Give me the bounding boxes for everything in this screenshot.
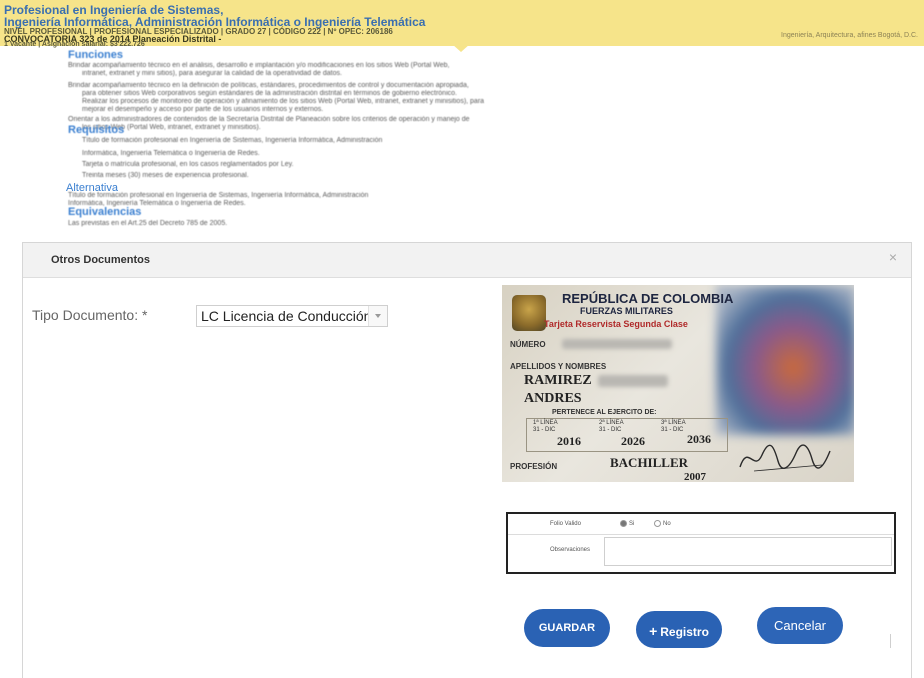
- linea1-label: 1ª LÍNEA 31 - DIC: [533, 420, 558, 434]
- close-icon[interactable]: ×: [889, 249, 897, 265]
- linea1-date: 31 - DIC: [533, 427, 556, 433]
- req-line: Título de formación profesional en Ingen…: [82, 137, 383, 144]
- section-funciones: Funciones: [68, 49, 124, 61]
- card-type: Tarjeta Reservista Segunda Clase: [544, 319, 688, 329]
- alt-line: Título de formación profesional en Ingen…: [68, 192, 369, 199]
- plus-icon: +: [649, 623, 658, 639]
- bullet-line: Orientar a los administradores de conten…: [68, 116, 470, 123]
- document-image: REPÚBLICA DE COLOMBIA FUERZAS MILITARES …: [502, 285, 854, 482]
- card-year: 2007: [684, 471, 706, 482]
- cancelar-button[interactable]: Cancelar: [757, 607, 843, 644]
- tipo-documento-value: LC Licencia de Conducción: [201, 308, 372, 324]
- section-equivalencias: Equivalencias: [68, 206, 142, 218]
- card-surname: RAMIREZ: [524, 373, 592, 388]
- linea3-label: 3ª LÍNEA 31 - DIC: [661, 420, 686, 434]
- card-forces: FUERZAS MILITARES: [580, 306, 673, 316]
- linea2-year: 2026: [621, 434, 645, 448]
- signature-icon: [739, 444, 831, 472]
- linea3-date: 31 - DIC: [661, 427, 684, 433]
- job-description-background: Profesional en Ingeniería de Sistemas, I…: [0, 0, 924, 232]
- modal-title: Otros Documentos: [51, 254, 151, 266]
- card-names-label: APELLIDOS Y NOMBRES: [510, 362, 607, 371]
- linea3-title: 3ª LÍNEA: [661, 420, 686, 426]
- folio-label: Folio Valido: [550, 521, 581, 527]
- tipo-documento-select[interactable]: LC Licencia de Conducción: [196, 305, 388, 327]
- section-requisitos: Requisitos: [68, 124, 125, 136]
- reserve-lines-box: 1ª LÍNEA 31 - DIC 2016 2ª LÍNEA 31 - DIC 2…: [526, 418, 728, 452]
- folio-row: Folio Valido Si No: [508, 514, 894, 535]
- bullet-line: Brindar acompañamiento técnico en la def…: [68, 82, 469, 89]
- observaciones-label: Observaciones: [550, 547, 591, 553]
- linea1-title: 1ª LÍNEA: [533, 420, 558, 426]
- card-country: REPÚBLICA DE COLOMBIA: [562, 291, 734, 306]
- redacted-surname: [598, 375, 668, 387]
- coat-of-arms-icon: [512, 295, 546, 331]
- linea2-label: 2ª LÍNEA 31 - DIC: [599, 420, 624, 434]
- folio-option-no[interactable]: No: [654, 520, 671, 527]
- job-header: Profesional en Ingeniería de Sistemas, I…: [0, 0, 924, 48]
- card-pertenece: PERTENECE AL EJERCITO DE:: [552, 409, 657, 416]
- linea3-year: 2036: [687, 432, 711, 446]
- card-profesion-value: BACHILLER: [610, 455, 689, 470]
- linea1-year: 2016: [557, 434, 581, 448]
- job-vacante: 1 Vacante | Asignación salarial: $3'222.…: [4, 41, 145, 48]
- card-profesion-label: PROFESIÓN: [510, 462, 558, 471]
- linea2-title: 2ª LÍNEA: [599, 420, 624, 426]
- radio-si-icon[interactable]: [620, 520, 627, 527]
- bullet-line: mejorar el desempeño y acceso por parte …: [82, 106, 324, 113]
- eq-line: Las previstas en el Art.25 del Decreto 7…: [68, 220, 228, 227]
- req-line: Treinta meses (30) meses de experiencia …: [82, 172, 249, 179]
- bullet-line: para obtener sitios Web corporativos seg…: [82, 90, 457, 97]
- card-given-name: ANDRES: [524, 391, 582, 406]
- divider: [890, 634, 891, 648]
- req-line: Informática, Ingeniería Telemática o Ing…: [82, 150, 260, 157]
- guardar-button[interactable]: GUARDAR: [524, 609, 610, 647]
- job-header-right: Ingeniería, Arquitectura, afines Bogotá,…: [781, 32, 918, 39]
- radio-no-icon[interactable]: [654, 520, 661, 527]
- folio-no-label: No: [663, 521, 671, 528]
- req-line: Tarjeta o matrícula profesional, en los …: [82, 161, 294, 168]
- tipo-documento-label: Tipo Documento: *: [32, 307, 148, 323]
- bullet-line: intranet, extranet y mini sitios), para …: [82, 70, 342, 77]
- observaciones-field[interactable]: [604, 537, 892, 566]
- registro-label: Registro: [660, 625, 709, 639]
- chevron-down-icon[interactable]: [368, 306, 387, 326]
- bullet-line: Brindar acompañamiento técnico en el aná…: [68, 62, 450, 69]
- linea2-date: 31 - DIC: [599, 427, 622, 433]
- header-notch: [452, 44, 470, 52]
- add-registro-button[interactable]: + Registro: [636, 611, 722, 648]
- validation-panel: Folio Valido Si No Observaciones: [506, 512, 896, 574]
- folio-option-si[interactable]: Si: [620, 520, 634, 527]
- blurred-photo: [716, 285, 854, 435]
- folio-si-label: Si: [629, 521, 635, 528]
- card-numero-label: NÚMERO: [510, 340, 546, 349]
- bullet-line: Realizar los procesos de monitoreo de op…: [82, 98, 485, 105]
- redacted-number: [562, 339, 672, 349]
- modal-header: Otros Documentos ×: [23, 243, 911, 278]
